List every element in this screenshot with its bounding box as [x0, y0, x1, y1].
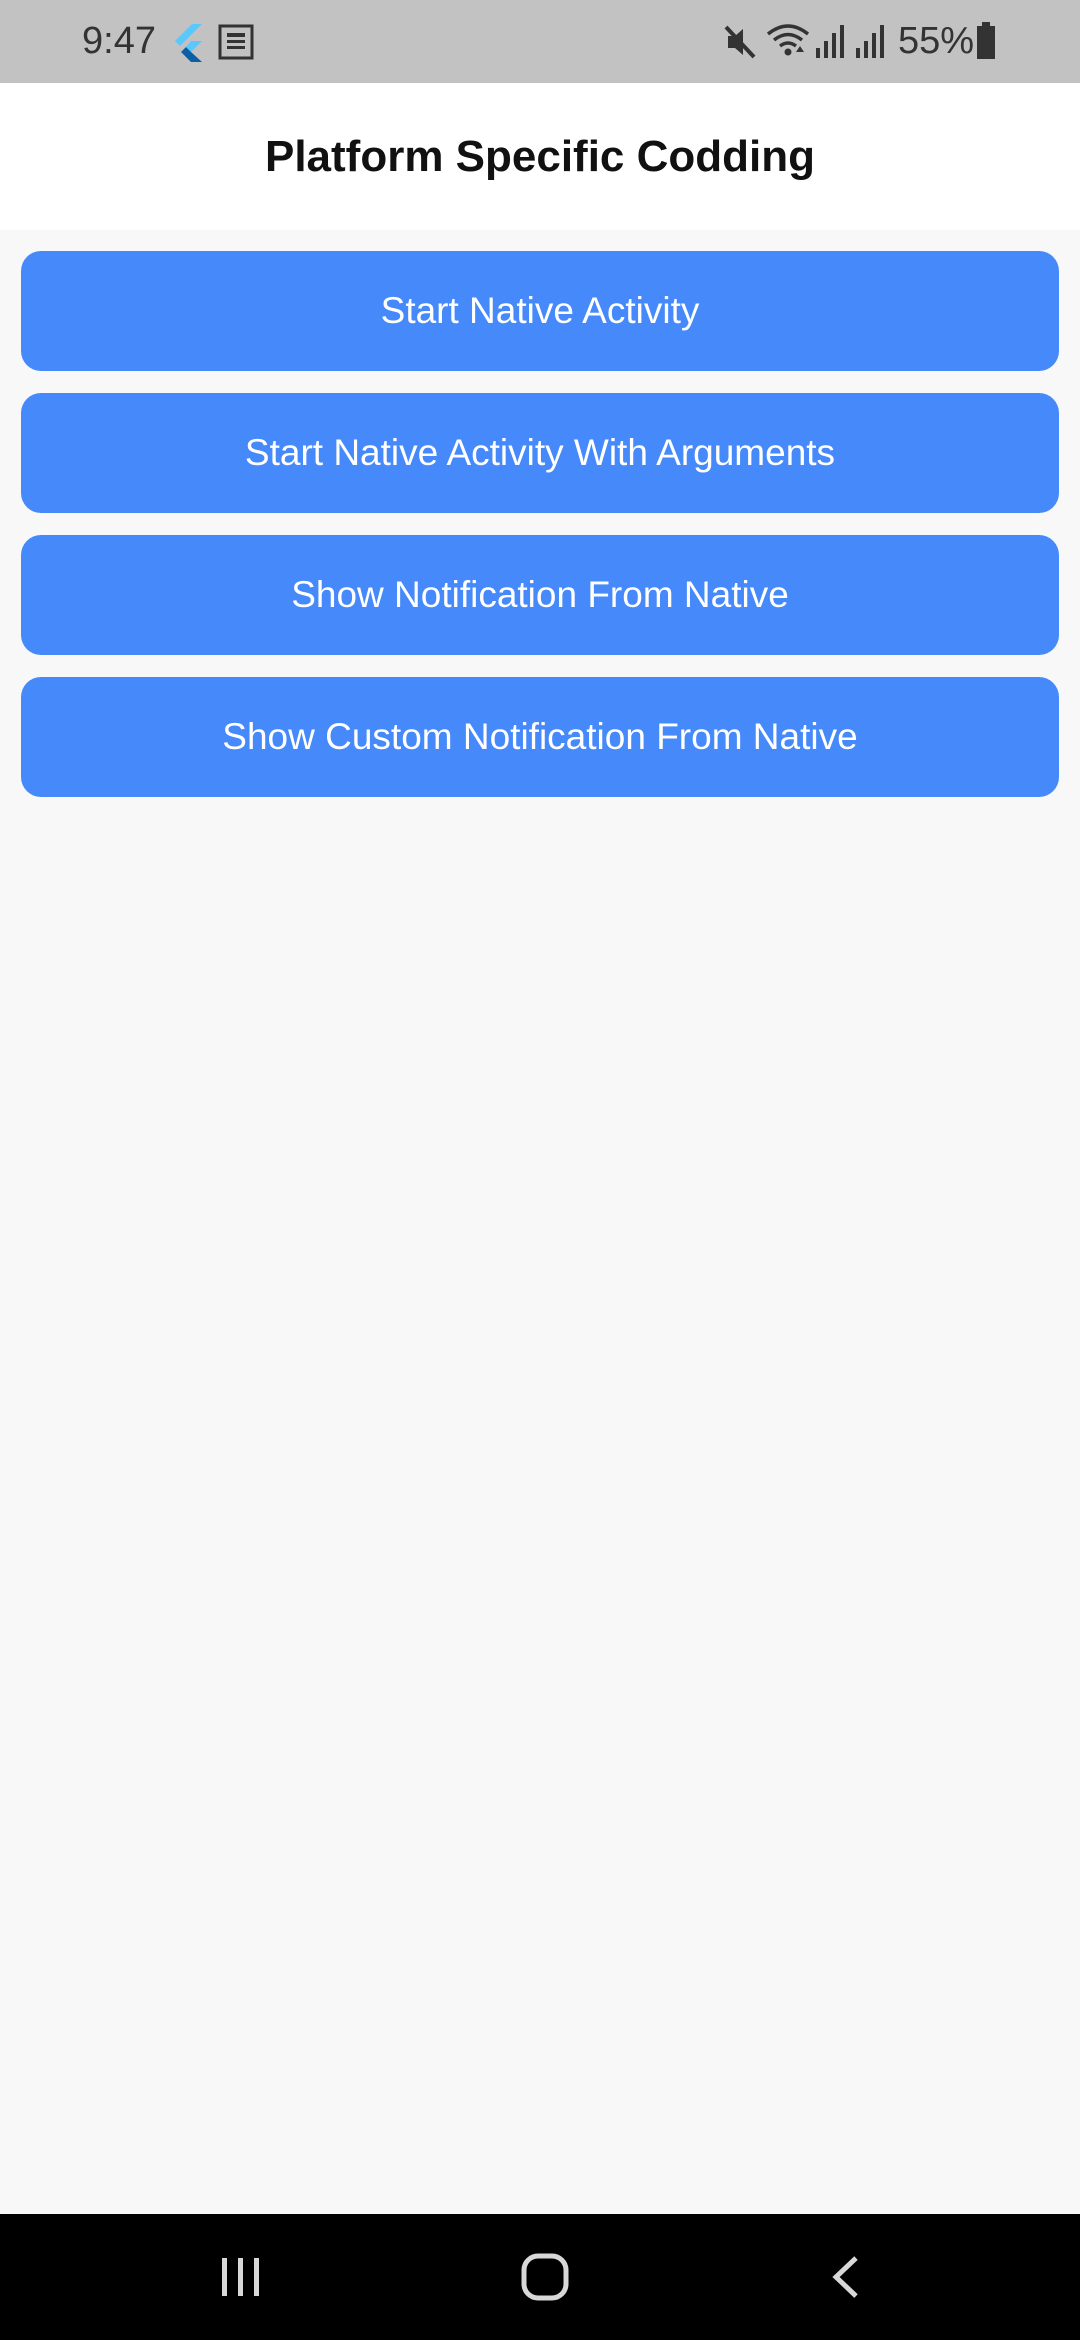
home-icon[interactable]	[520, 2252, 570, 2307]
navigation-bar	[0, 2214, 1080, 2340]
page-title: Platform Specific Codding	[264, 131, 816, 181]
back-icon[interactable]	[828, 2254, 864, 2305]
app-bar: Platform Specific Codding	[0, 83, 1080, 230]
flutter-icon	[172, 24, 206, 67]
recents-icon[interactable]	[218, 2254, 264, 2305]
signal-icon	[854, 24, 884, 63]
wifi-icon	[766, 22, 810, 63]
show-custom-notification-from-native-button[interactable]: Show Custom Notification From Native	[21, 677, 1059, 797]
battery-percentage: 55%	[898, 20, 975, 62]
show-notification-from-native-button[interactable]: Show Notification From Native	[21, 535, 1059, 655]
battery-icon	[976, 22, 996, 65]
mute-icon	[724, 24, 758, 65]
status-bar: 9:47 55%	[0, 0, 1080, 83]
signal-icon	[814, 24, 844, 63]
start-native-activity-button[interactable]: Start Native Activity	[21, 251, 1059, 371]
status-time: 9:47	[82, 20, 156, 62]
start-native-activity-with-arguments-button[interactable]: Start Native Activity With Arguments	[21, 393, 1059, 513]
news-icon	[218, 24, 254, 65]
